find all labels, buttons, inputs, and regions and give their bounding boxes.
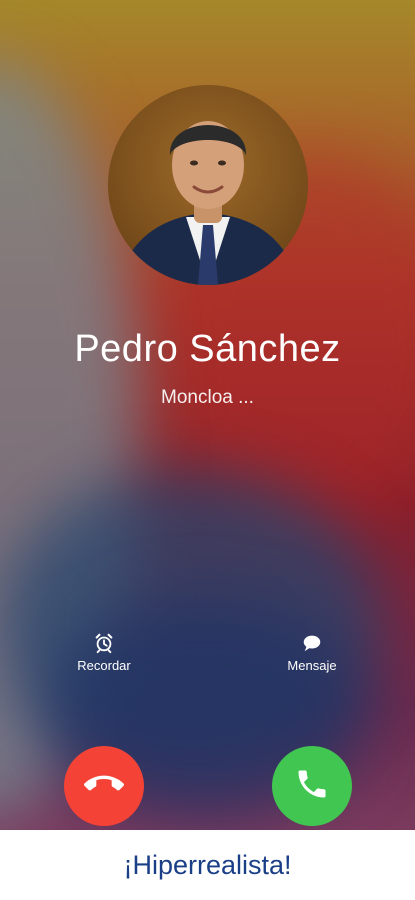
alarm-clock-icon	[59, 632, 149, 654]
incoming-call-screen: Pedro Sánchez Moncloa ... Recordar Mensa…	[0, 0, 415, 830]
accept-call-button[interactable]	[272, 746, 352, 826]
message-button[interactable]: Mensaje	[267, 632, 357, 673]
phone-hangup-icon	[83, 764, 124, 809]
decline-call-button[interactable]	[64, 746, 144, 826]
phone-icon	[294, 766, 330, 807]
caller-subtitle: Moncloa ...	[161, 387, 254, 408]
promo-banner: ¡Hiperrealista!	[0, 830, 415, 900]
chat-bubble-icon	[267, 632, 357, 654]
message-label: Mensaje	[287, 658, 337, 673]
remind-me-label: Recordar	[77, 658, 131, 673]
caller-avatar	[108, 85, 308, 285]
caller-name: Pedro Sánchez	[74, 328, 341, 370]
promo-text: ¡Hiperrealista!	[123, 849, 292, 880]
remind-me-button[interactable]: Recordar	[59, 632, 149, 673]
